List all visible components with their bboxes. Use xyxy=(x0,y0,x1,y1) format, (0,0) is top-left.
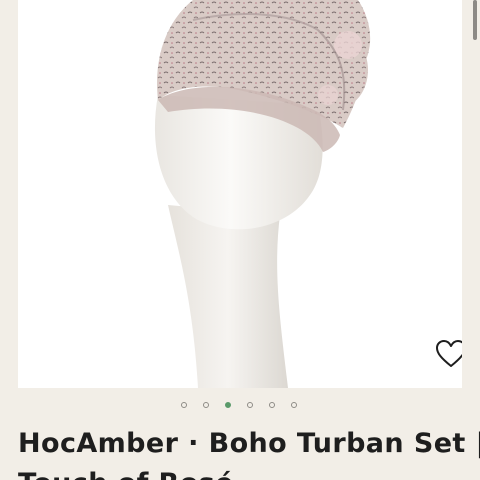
product-page: HocAmber · Boho Turban Set | Touch of Ro… xyxy=(0,0,480,480)
wishlist-button[interactable] xyxy=(430,334,462,374)
product-image[interactable] xyxy=(18,0,462,388)
carousel-dot-4[interactable] xyxy=(247,402,253,408)
carousel-dot-1[interactable] xyxy=(181,402,187,408)
image-carousel-dots xyxy=(0,398,480,412)
product-title: HocAmber · Boho Turban Set | Touch of Ro… xyxy=(18,428,480,480)
carousel-dot-3[interactable] xyxy=(225,402,231,408)
turban-mannequin-illustration xyxy=(154,0,371,388)
carousel-dot-2[interactable] xyxy=(203,402,209,408)
heart-icon xyxy=(436,340,462,367)
carousel-dot-6[interactable] xyxy=(291,402,297,408)
carousel-dot-5[interactable] xyxy=(269,402,275,408)
scrollbar-thumb[interactable] xyxy=(473,0,477,40)
